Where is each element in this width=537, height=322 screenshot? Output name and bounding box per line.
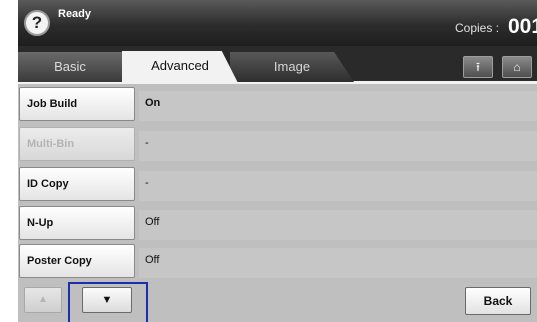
back-button[interactable]: Back — [465, 287, 531, 315]
value-field — [139, 131, 537, 161]
save-to-box-icon[interactable]: ⭱ — [463, 56, 493, 78]
id-copy-button[interactable]: ID Copy — [19, 167, 135, 201]
value-field — [139, 91, 537, 121]
poster-copy-value: Off — [145, 254, 160, 266]
option-row-id-copy: ID Copy - — [18, 167, 537, 201]
status-text: Ready — [58, 8, 92, 20]
scroll-down-button[interactable]: ▼ — [82, 287, 132, 313]
scroll-up-button: ▲ — [24, 287, 62, 313]
n-up-button[interactable]: N-Up — [19, 206, 135, 240]
option-row-job-build: Job Build On — [18, 87, 537, 121]
job-build-button[interactable]: Job Build — [19, 87, 135, 121]
status-bar: ? Ready Copies : 001 — [18, 0, 537, 46]
copies-count[interactable]: 001 — [508, 15, 537, 39]
n-up-value: Off — [145, 216, 160, 228]
help-icon[interactable]: ? — [24, 10, 50, 36]
home-icon[interactable]: ⌂ — [502, 56, 532, 78]
tab-basic[interactable]: Basic — [18, 52, 122, 82]
tab-image[interactable]: Image — [230, 52, 354, 82]
value-field — [139, 171, 537, 201]
multi-bin-button: Multi-Bin — [19, 127, 135, 161]
copies-label: Copies : — [455, 21, 500, 35]
poster-copy-button[interactable]: Poster Copy — [19, 244, 135, 278]
option-row-n-up: N-Up Off — [18, 206, 537, 240]
value-field — [139, 248, 537, 278]
tab-bar: Basic Image Advanced ⭱ ⌂ — [18, 46, 537, 84]
value-field — [139, 210, 537, 240]
tab-advanced[interactable]: Advanced — [122, 51, 238, 83]
id-copy-value: - — [145, 177, 149, 189]
option-row-poster-copy: Poster Copy Off — [18, 244, 537, 278]
option-row-multi-bin: Multi-Bin - — [18, 127, 537, 161]
job-build-value: On — [145, 97, 161, 109]
multi-bin-value: - — [145, 137, 149, 149]
copier-screen: ? Ready Copies : 001 Basic Image Advance… — [18, 0, 537, 322]
